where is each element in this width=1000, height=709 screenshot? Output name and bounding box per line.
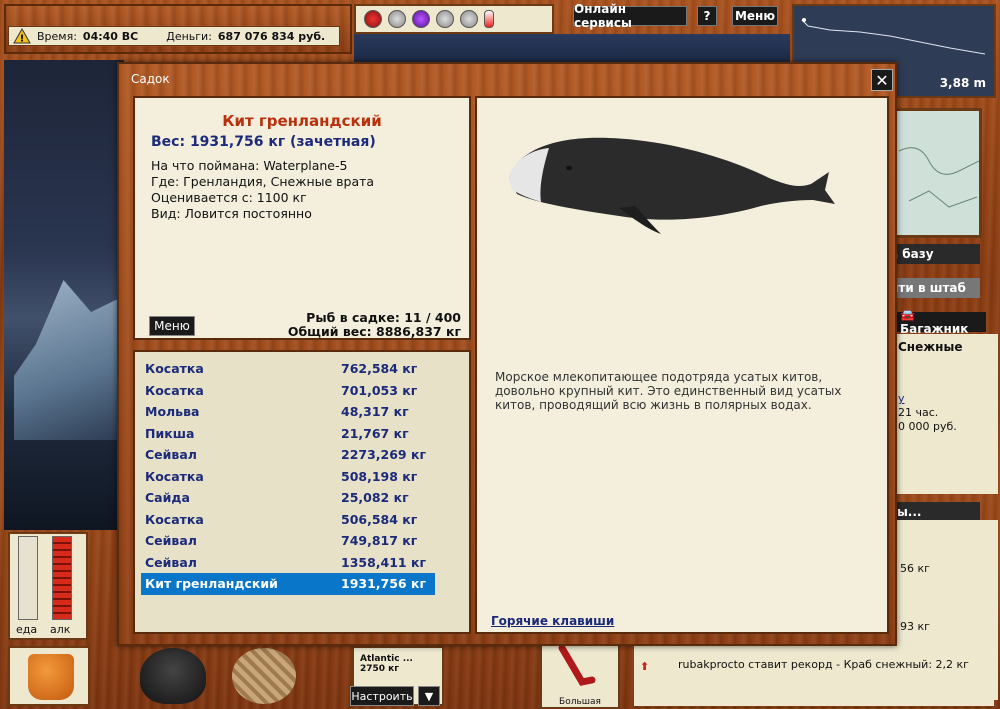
dialog-menu-button[interactable]: Меню — [149, 316, 195, 336]
alc-label: алк — [50, 623, 71, 636]
list-item[interactable]: Мольва 48,317 кг — [141, 401, 435, 423]
fish-image-panel: Морское млекопитающее подотряда усатых к… — [475, 96, 889, 634]
fish-name: Кит гренландский — [222, 112, 382, 130]
list-item[interactable]: Сейвал 2273,269 кг — [141, 444, 435, 466]
record-arrow-icon: ⬆ — [640, 660, 650, 673]
chat-line: 56 кг — [900, 562, 930, 575]
depth-profile-graph — [801, 18, 986, 55]
time-value: 04:40 ВС — [82, 29, 139, 43]
list-item[interactable]: Пикша 21,767 кг — [141, 423, 435, 445]
iceberg — [14, 280, 124, 440]
list-item[interactable]: Сайда 25,082 кг — [141, 487, 435, 509]
trunk-button[interactable]: 🚘 Багажник — [896, 308, 986, 336]
location-time: 21 час. — [898, 406, 939, 419]
fish-kind: Вид: Ловится постоянно — [151, 206, 312, 221]
list-item[interactable]: Косатка 762,584 кг — [141, 358, 435, 380]
more-button[interactable]: ты... — [886, 502, 980, 522]
fish-weight: Вес: 1931,756 кг (зачетная) — [151, 134, 376, 150]
record-bar: ⬆ rubakprocto ставит рекорд - Краб снежн… — [634, 646, 994, 706]
close-button[interactable]: ✕ — [871, 69, 893, 91]
rod-card[interactable]: Большая — [540, 640, 620, 709]
to-base-button[interactable]: а базу — [886, 244, 980, 264]
bait-grey-icon[interactable] — [460, 10, 478, 28]
bait-bar — [354, 4, 554, 34]
rated-from: Оценивается с: 1100 кг — [151, 190, 307, 205]
map-panel[interactable] — [886, 108, 982, 238]
rope-icon[interactable] — [232, 648, 296, 704]
rod-label: Большая — [559, 697, 601, 707]
list-item-selected[interactable]: Кит гренландский 1931,756 кг — [141, 573, 435, 595]
bucket-icon — [28, 654, 74, 700]
to-hq-button[interactable]: йти в штаб — [886, 278, 980, 298]
depth-value: 3,88 m — [939, 76, 986, 90]
whale-image — [509, 137, 835, 234]
top-menu-button[interactable]: Меню — [732, 6, 778, 26]
bait-tube-icon[interactable] — [484, 10, 494, 28]
dialog-title: Садок — [131, 72, 170, 86]
location-title: Снежные — [898, 340, 963, 354]
warning-icon[interactable]: ! — [13, 28, 31, 44]
setup-dropdown-arrow[interactable]: ▼ — [418, 686, 440, 706]
fish-info-panel: Кит гренландский Вес: 1931,756 кг (зачет… — [133, 96, 471, 340]
food-label: еда — [16, 623, 38, 636]
location-link[interactable]: y — [898, 392, 905, 405]
meters-panel: еда алк — [8, 532, 88, 640]
lure-weight: 2750 кг — [360, 664, 399, 674]
svg-text:!: ! — [20, 34, 25, 45]
alcohol-meter — [52, 536, 72, 620]
bait-red-icon[interactable] — [364, 10, 382, 28]
online-services-button[interactable]: Онлайн сервисы — [573, 2, 687, 30]
lake-scene — [4, 60, 124, 530]
food-meter — [18, 536, 38, 620]
bait-grey-icon[interactable] — [436, 10, 454, 28]
fish-tank-dialog: Садок ✕ Кит гренландский Вес: 1931,756 к… — [117, 62, 897, 646]
list-item[interactable]: Косатка 506,584 кг — [141, 509, 435, 531]
status-panel: ! Время: 04:40 ВС Деньги: 687 076 834 ру… — [8, 26, 340, 46]
list-item[interactable]: Сейвал 1358,411 кг — [141, 552, 435, 574]
setup-button[interactable]: Настроить — [350, 686, 414, 706]
list-item[interactable]: Сейвал 749,817 кг — [141, 530, 435, 552]
pot-icon[interactable] — [140, 648, 206, 704]
fish-description: Морское млекопитающее подотряда усатых к… — [495, 370, 842, 412]
list-item[interactable]: Косатка 701,053 кг — [141, 380, 435, 402]
location-price: 0 000 руб. — [898, 420, 957, 433]
caught-where: Где: Гренландия, Снежные врата — [151, 174, 375, 189]
money-value: 687 076 834 руб. — [217, 29, 326, 43]
lure-name: Atlantic ... — [360, 654, 413, 664]
time-label: Время: — [37, 29, 77, 43]
tank-count: Рыб в садке: 11 / 400 — [306, 310, 461, 325]
list-item[interactable]: Косатка 508,198 кг — [141, 466, 435, 488]
fish-list: Косатка 762,584 кг Косатка 701,053 кг Моль… — [133, 350, 471, 634]
record-text: rubakprocto ставит рекорд - Краб снежный… — [678, 658, 969, 671]
tank-total-weight: Общий вес: 8886,837 кг — [287, 324, 461, 339]
rod-icon — [558, 644, 596, 686]
hotkeys-link[interactable]: Горячие клавиши — [491, 614, 614, 628]
location-info: Снежные y 21 час. 0 000 руб. — [886, 334, 998, 494]
bait-grey-icon[interactable] — [388, 10, 406, 28]
water-strip — [354, 34, 790, 62]
help-button[interactable]: ? — [697, 6, 717, 26]
bait-purple-icon[interactable] — [412, 10, 430, 28]
map-image — [898, 147, 980, 208]
bucket-slot[interactable] — [8, 646, 90, 706]
chat-line: 93 кг — [900, 620, 930, 633]
money-label: Деньги: — [166, 29, 212, 43]
caught-with: На что поймана: Waterplane-5 — [151, 158, 348, 173]
